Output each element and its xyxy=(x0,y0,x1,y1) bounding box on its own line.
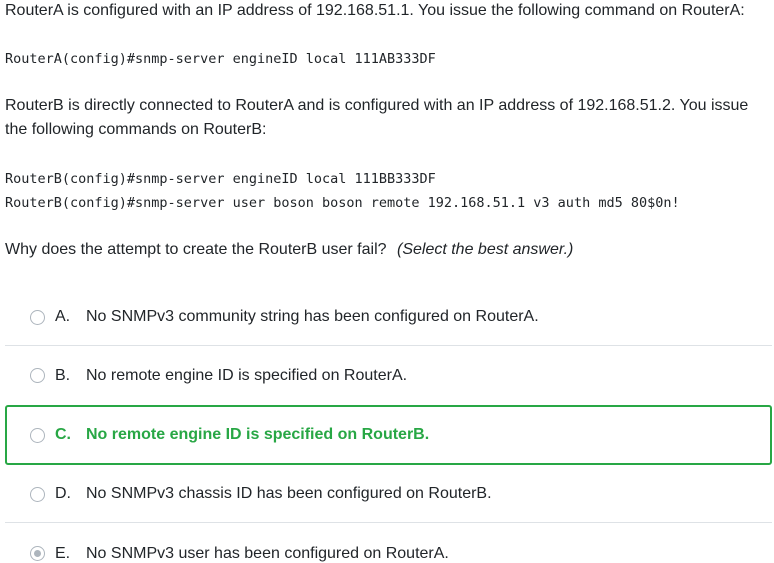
code-line-routerb-2: RouterB(config)#snmp-server user boson b… xyxy=(5,195,680,211)
option-text-c: No remote engine ID is specified on Rout… xyxy=(86,426,430,443)
question-prompt-text: Why does the attempt to create the Route… xyxy=(5,241,387,258)
answer-option-d[interactable]: D. No SNMPv3 chassis ID has been configu… xyxy=(5,466,772,523)
radio-button-a[interactable] xyxy=(30,309,45,325)
code-line-routerb-1: RouterB(config)#snmp-server engineID loc… xyxy=(5,171,436,187)
option-letter-d: D. xyxy=(55,485,71,502)
question-prompt: Why does the attempt to create the Route… xyxy=(5,238,770,262)
code-line-routera-1: RouterA(config)#snmp-server engineID loc… xyxy=(5,51,436,67)
option-text-b: No remote engine ID is specified on Rout… xyxy=(86,366,408,384)
option-letter-e: E. xyxy=(55,544,71,562)
question-intro-routera: RouterA is configured with an IP address… xyxy=(5,2,745,19)
answer-option-e[interactable]: E. No SNMPv3 user has been configured on… xyxy=(5,525,772,563)
option-letter-c: C. xyxy=(55,426,71,443)
option-text-d: No SNMPv3 chassis ID has been configured… xyxy=(86,485,492,502)
option-letter-b: B. xyxy=(55,366,71,384)
radio-button-c[interactable] xyxy=(30,427,45,443)
answer-option-a[interactable]: A. No SNMPv3 community string has been c… xyxy=(5,289,772,346)
radio-button-e[interactable] xyxy=(30,546,45,561)
radio-button-b[interactable] xyxy=(30,368,45,383)
radio-button-d[interactable] xyxy=(30,486,45,502)
option-text-e: No SNMPv3 user has been configured on Ro… xyxy=(86,544,449,562)
answer-option-c-correct[interactable]: C. No remote engine ID is specified on R… xyxy=(5,405,772,465)
question-intro-routerb: RouterB is directly connected to RouterA… xyxy=(5,97,749,138)
question-instruction: (Select the best answer.) xyxy=(396,241,574,258)
option-letter-a: A. xyxy=(55,308,71,325)
answer-option-b[interactable]: B. No remote engine ID is specified on R… xyxy=(5,347,772,404)
option-text-a: No SNMPv3 community string has been conf… xyxy=(86,308,539,325)
